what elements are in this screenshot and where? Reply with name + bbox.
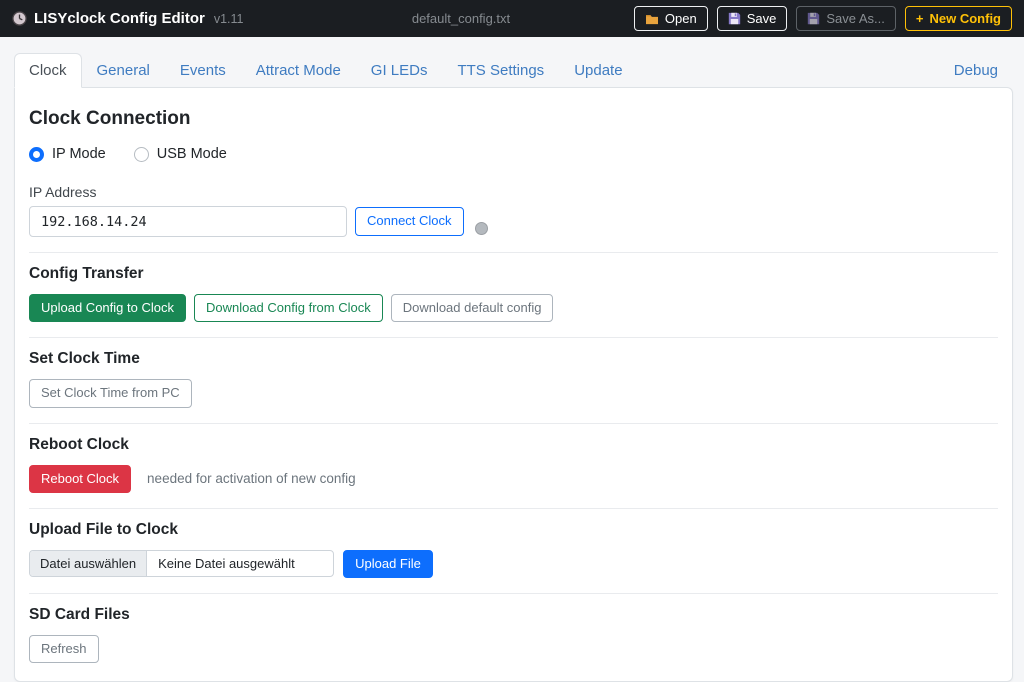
connect-clock-button[interactable]: Connect Clock — [355, 207, 464, 235]
reboot-note: needed for activation of new config — [147, 471, 356, 486]
sd-card-files-heading: SD Card Files — [29, 606, 1000, 624]
app-version: v1.11 — [214, 12, 244, 26]
app-brand: LISYclock Config Editor v1.11 — [12, 10, 244, 27]
config-transfer-buttons: Upload Config to Clock Download Config f… — [29, 294, 1000, 322]
connection-status-indicator — [475, 222, 488, 235]
save-as-button[interactable]: Save As... — [796, 6, 896, 32]
tab-gi-leds[interactable]: GI LEDs — [356, 53, 443, 88]
clock-connection-heading: Clock Connection — [29, 108, 1000, 130]
section-divider — [29, 593, 998, 594]
ip-mode-label: IP Mode — [52, 146, 106, 162]
radio-checked-icon — [29, 147, 44, 162]
section-divider — [29, 508, 998, 509]
app-title: LISYclock Config Editor — [34, 10, 205, 27]
set-clock-time-button[interactable]: Set Clock Time from PC — [29, 379, 192, 407]
tab-update[interactable]: Update — [559, 53, 637, 88]
sd-card-row: Refresh — [29, 635, 1000, 663]
usb-mode-radio[interactable]: USB Mode — [134, 146, 227, 162]
download-config-button[interactable]: Download Config from Clock — [194, 294, 383, 322]
ip-address-row: Connect Clock — [29, 206, 1000, 237]
set-clock-time-row: Set Clock Time from PC — [29, 379, 1000, 407]
floppy-icon — [728, 12, 741, 25]
usb-mode-label: USB Mode — [157, 146, 227, 162]
upload-file-row: Datei auswählen Keine Datei ausgewählt U… — [29, 550, 1000, 578]
save-button[interactable]: Save — [717, 6, 788, 32]
set-clock-time-heading: Set Clock Time — [29, 350, 1000, 368]
ip-mode-radio[interactable]: IP Mode — [29, 146, 106, 162]
ip-address-input[interactable] — [29, 206, 347, 237]
current-filename: default_config.txt — [412, 11, 510, 26]
reboot-clock-button[interactable]: Reboot Clock — [29, 465, 131, 493]
open-button[interactable]: Open — [634, 6, 708, 32]
ip-address-label: IP Address — [29, 184, 1000, 200]
file-input[interactable]: Datei auswählen Keine Datei ausgewählt — [29, 550, 334, 577]
tab-bar: Clock General Events Attract Mode GI LED… — [14, 53, 1013, 88]
floppy-icon — [807, 12, 820, 25]
selected-file-text: Keine Datei ausgewählt — [147, 551, 333, 576]
section-divider — [29, 252, 998, 253]
tab-tts-settings[interactable]: TTS Settings — [442, 53, 559, 88]
plus-icon: + — [916, 11, 924, 27]
upload-file-heading: Upload File to Clock — [29, 521, 1000, 539]
reboot-clock-row: Reboot Clock needed for activation of ne… — [29, 465, 1000, 493]
section-divider — [29, 423, 998, 424]
tab-events[interactable]: Events — [165, 53, 241, 88]
tab-general[interactable]: General — [82, 53, 165, 88]
navbar-actions: Open Save Save — [634, 6, 1012, 32]
folder-icon — [645, 13, 659, 25]
tab-debug[interactable]: Debug — [939, 53, 1013, 88]
tab-attract-mode[interactable]: Attract Mode — [241, 53, 356, 88]
config-transfer-heading: Config Transfer — [29, 265, 1000, 283]
upload-config-button[interactable]: Upload Config to Clock — [29, 294, 186, 322]
clock-icon — [12, 11, 27, 26]
clock-tab-panel: Clock Connection IP Mode USB Mode IP Add… — [14, 87, 1013, 682]
section-divider — [29, 337, 998, 338]
new-config-button[interactable]: + New Config — [905, 6, 1012, 32]
connection-mode-group: IP Mode USB Mode — [29, 146, 1000, 162]
radio-unchecked-icon — [134, 147, 149, 162]
download-default-config-button[interactable]: Download default config — [391, 294, 554, 322]
upload-file-button[interactable]: Upload File — [343, 550, 433, 578]
refresh-button[interactable]: Refresh — [29, 635, 99, 663]
tab-clock[interactable]: Clock — [14, 53, 82, 88]
top-navbar: LISYclock Config Editor v1.11 default_co… — [0, 0, 1024, 37]
choose-file-button[interactable]: Datei auswählen — [30, 551, 147, 576]
reboot-clock-heading: Reboot Clock — [29, 436, 1000, 454]
